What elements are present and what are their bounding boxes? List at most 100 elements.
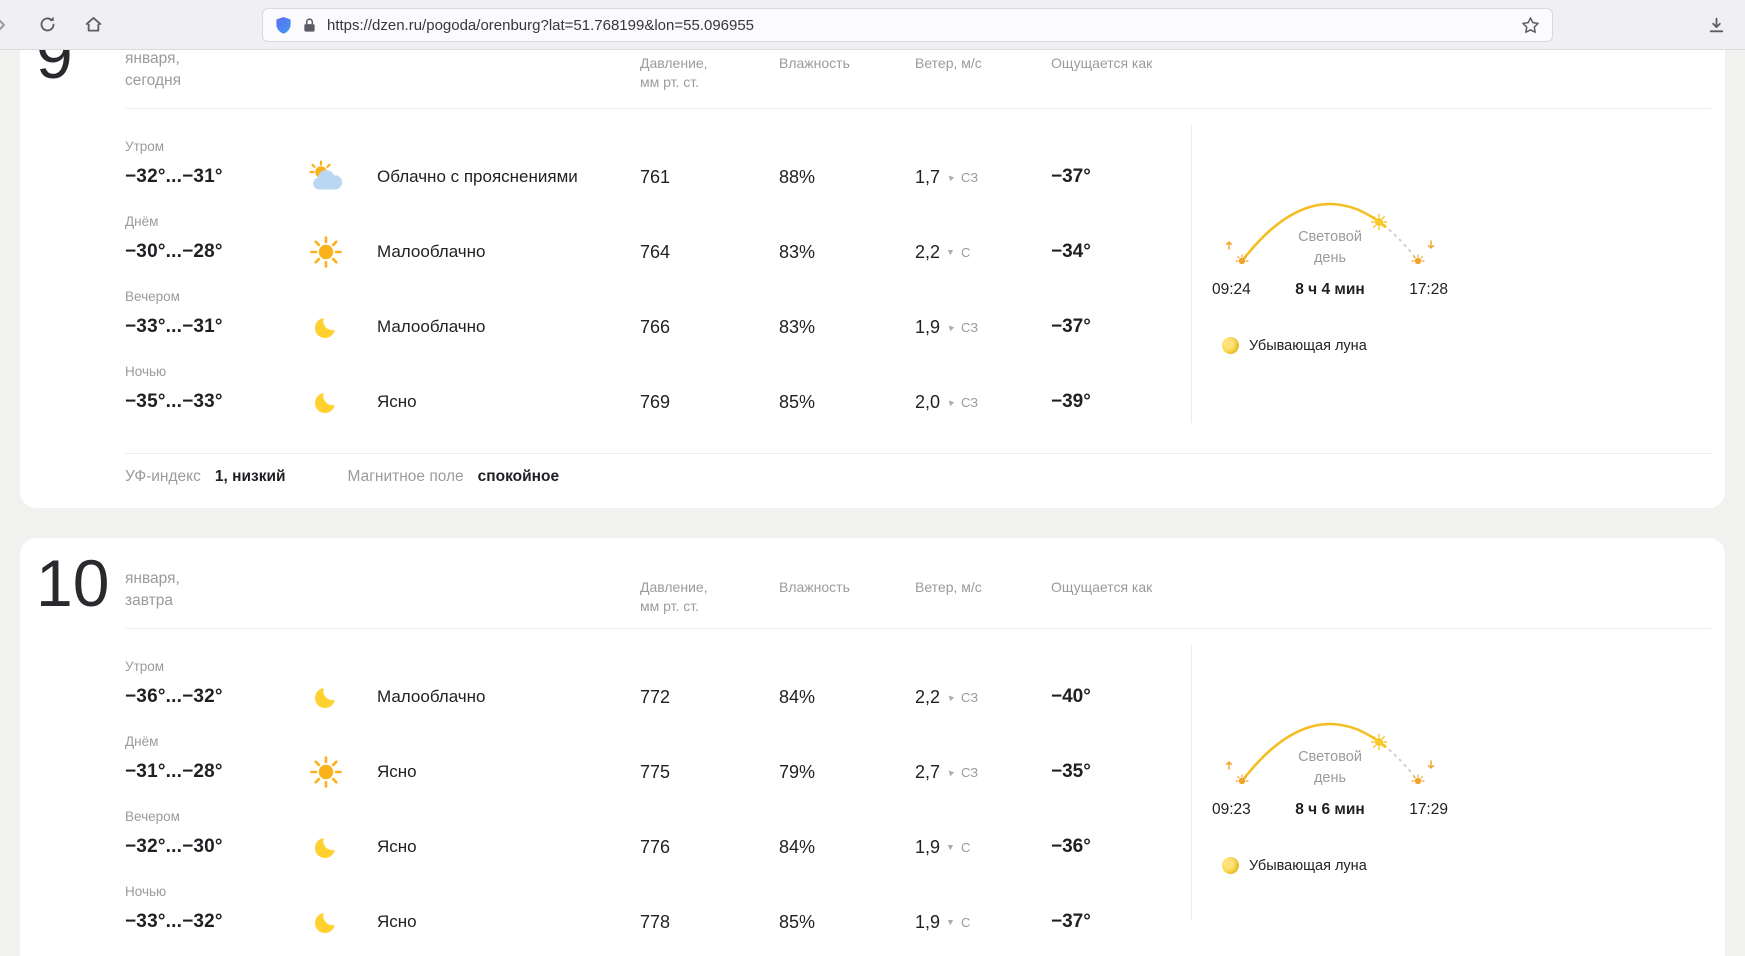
moon-phase-label: Убывающая луна <box>1249 338 1367 354</box>
moon-icon <box>1222 337 1239 354</box>
temperature-range: −32°...−31° <box>125 166 309 188</box>
temperature-range: −36°...−32° <box>125 686 309 708</box>
magnetic-field-value: спокойное <box>478 468 559 486</box>
wind-direction-label: СЗ <box>961 395 978 410</box>
temperature-range: −35°...−33° <box>125 391 309 413</box>
feels-like-value: −34° <box>1051 241 1191 263</box>
daylight-panel: Световойдень 09:24 8 ч 4 мин 17:28 Убыва… <box>1192 109 1725 453</box>
forecast-row-morning: Утром −32°...−31° Облачно с прояснениями… <box>125 130 1191 205</box>
moon-phase-row: Убывающая луна <box>1222 337 1725 354</box>
bookmark-star-icon[interactable] <box>1521 16 1540 35</box>
humidity-value: 84% <box>779 837 915 858</box>
wind-speed: 1,9 <box>915 912 940 933</box>
temperature-range: −30°...−28° <box>125 241 309 263</box>
wind-direction-arrow: ▲ <box>946 918 955 927</box>
sunset-time: 17:28 <box>1409 281 1448 299</box>
daylight-panel: Световойдень 09:23 8 ч 6 мин 17:29 Убыва… <box>1192 629 1725 950</box>
wind-direction-arrow: ▲ <box>944 171 957 184</box>
humidity-header: Влажность <box>779 578 915 616</box>
feels-like-value: −37° <box>1051 166 1191 188</box>
wind-speed: 2,2 <box>915 242 940 263</box>
humidity-value: 85% <box>779 912 915 933</box>
wind-direction-label: СЗ <box>961 765 978 780</box>
wind-header: Ветер, м/с <box>915 578 1051 616</box>
condition-label: Малооблачно <box>377 317 640 337</box>
feels-like-value: −35° <box>1051 761 1191 783</box>
humidity-value: 88% <box>779 167 915 188</box>
condition-label: Малооблачно <box>377 687 640 707</box>
pressure-value: 764 <box>640 242 779 263</box>
wind-direction-label: С <box>961 915 970 930</box>
pressure-value: 776 <box>640 837 779 858</box>
wind-cell: 2,7 ▲ СЗ <box>915 762 1051 783</box>
weather-moon-icon <box>309 310 377 344</box>
temperature-range: −31°...−28° <box>125 761 309 783</box>
time-of-day-label: Ночью <box>125 364 309 379</box>
forecast-row-evening: Вечером −33°...−31° Малооблачно 766 83% … <box>125 280 1191 355</box>
refresh-button[interactable] <box>32 10 62 40</box>
forecast-row-night: Ночью −35°...−33° Ясно 769 85% 2,0 ▲ СЗ … <box>125 355 1191 430</box>
forecast-row-day: Днём −31°...−28° Ясно 775 79% 2,7 ▲ СЗ −… <box>125 725 1191 800</box>
condition-label: Облачно с прояснениями <box>377 167 640 187</box>
sunset-time: 17:29 <box>1409 801 1448 819</box>
wind-cell: 2,2 ▲ С <box>915 242 1051 263</box>
temperature-range: −33°...−31° <box>125 316 309 338</box>
day-card-tomorrow: 10 января, завтра Давление,мм рт. ст. Вл… <box>20 538 1725 956</box>
home-button[interactable] <box>78 10 108 40</box>
wind-direction-arrow: ▲ <box>944 396 957 409</box>
wind-header: Ветер, м/с <box>915 54 1051 92</box>
wind-speed: 2,0 <box>915 392 940 413</box>
wind-cell: 1,7 ▲ СЗ <box>915 167 1051 188</box>
humidity-value: 79% <box>779 762 915 783</box>
pressure-value: 761 <box>640 167 779 188</box>
wind-direction-arrow: ▲ <box>946 248 955 257</box>
wind-cell: 1,9 ▲ СЗ <box>915 317 1051 338</box>
wind-direction-label: С <box>961 840 970 855</box>
forecast-table: Утром −32°...−31° Облачно с прояснениями… <box>125 109 1191 453</box>
humidity-value: 83% <box>779 317 915 338</box>
forward-icon[interactable] <box>0 10 16 40</box>
feels-like-value: −39° <box>1051 391 1191 413</box>
forecast-row-day: Днём −30°...−28° Малооблачно 764 83% 2,2… <box>125 205 1191 280</box>
download-icon[interactable] <box>1701 10 1731 40</box>
pressure-header: Давление,мм рт. ст. <box>640 578 779 616</box>
temperature-range: −32°...−30° <box>125 836 309 858</box>
sunrise-time: 09:23 <box>1212 801 1251 819</box>
tracking-shield-icon[interactable] <box>275 16 292 35</box>
time-of-day-label: Утром <box>125 659 309 674</box>
pressure-value: 775 <box>640 762 779 783</box>
time-of-day-label: Утром <box>125 139 309 154</box>
weather-moon-icon <box>309 680 377 714</box>
url-bar[interactable]: https://dzen.ru/pogoda/orenburg?lat=51.7… <box>262 8 1553 42</box>
humidity-value: 85% <box>779 392 915 413</box>
wind-speed: 1,7 <box>915 167 940 188</box>
time-of-day-label: Днём <box>125 734 309 749</box>
pressure-value: 772 <box>640 687 779 708</box>
temperature-range: −33°...−32° <box>125 911 309 933</box>
column-headers: Давление,мм рт. ст. Влажность Ветер, м/с… <box>125 54 1725 92</box>
moon-icon <box>1222 857 1239 874</box>
forecast-row-evening: Вечером −32°...−30° Ясно 776 84% 1,9 ▲ С… <box>125 800 1191 875</box>
pressure-value: 778 <box>640 912 779 933</box>
wind-direction-arrow: ▲ <box>944 766 957 779</box>
weather-cloud-sun-icon <box>309 160 377 194</box>
humidity-value: 84% <box>779 687 915 708</box>
condition-label: Малооблачно <box>377 242 640 262</box>
pressure-header: Давление,мм рт. ст. <box>640 54 779 92</box>
day-number: 9 <box>36 50 73 88</box>
weather-moon-icon <box>309 830 377 864</box>
humidity-value: 83% <box>779 242 915 263</box>
daylight-label: Световойдень <box>1222 227 1438 269</box>
wind-cell: 1,9 ▲ С <box>915 837 1051 858</box>
time-of-day-label: Днём <box>125 214 309 229</box>
pressure-value: 769 <box>640 392 779 413</box>
wind-direction-arrow: ▲ <box>944 321 957 334</box>
wind-cell: 2,0 ▲ СЗ <box>915 392 1051 413</box>
wind-direction-label: С <box>961 245 970 260</box>
feels-like-value: −36° <box>1051 836 1191 858</box>
day-number: 10 <box>36 550 109 616</box>
url-text[interactable]: https://dzen.ru/pogoda/orenburg?lat=51.7… <box>327 17 754 34</box>
wind-cell: 1,9 ▲ С <box>915 912 1051 933</box>
lock-icon[interactable] <box>302 17 317 34</box>
time-of-day-label: Ночью <box>125 884 309 899</box>
